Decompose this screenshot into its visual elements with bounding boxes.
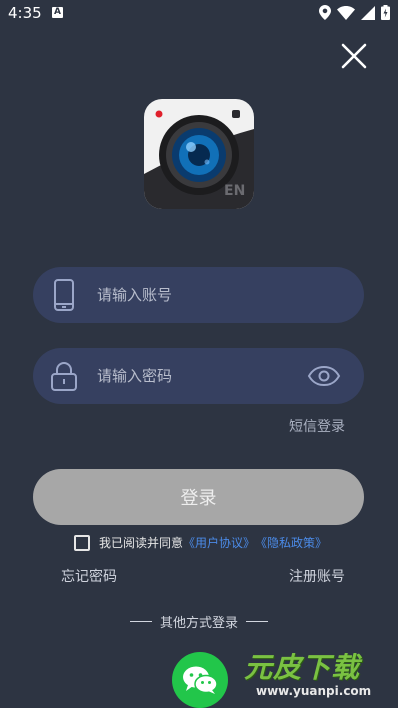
wechat-icon [183,666,218,694]
signal-icon [361,5,375,20]
eye-icon [307,365,341,387]
register-link[interactable]: 注册账号 [289,566,345,586]
app-logo: EN [144,99,254,209]
divider-line-left [129,621,152,622]
password-input[interactable] [95,355,306,397]
status-icons [319,5,390,20]
user-agreement-link[interactable]: 《用户协议》 [183,534,255,551]
divider-line-right [246,621,268,622]
show-password-toggle[interactable] [306,361,342,391]
account-field [33,267,364,323]
other-login-label: 其他方式登录 [159,616,238,631]
lock-icon [49,361,79,391]
watermark-brand: 元皮下载 [244,651,361,684]
agreement-checkbox[interactable] [74,534,90,551]
wechat-login-button[interactable] [172,652,228,708]
watermark-logo: 元皮下载 www.yuanpi.com [236,642,396,704]
agreement-text: 我已阅读并同意 [99,536,184,550]
phone-icon [49,279,79,311]
close-button[interactable] [340,42,368,70]
login-button[interactable]: 登录 [33,469,364,525]
password-field [33,348,364,404]
notification-icon: A [52,7,63,18]
close-icon [341,43,367,69]
other-login-divider: 其他方式登录 [0,612,398,631]
wifi-icon [337,5,355,20]
watermark-url: www.yuanpi.com [256,684,372,698]
location-icon [319,5,331,20]
account-input[interactable] [95,274,364,316]
status-time: 4:35 [8,4,42,22]
forgot-password-link[interactable]: 忘记密码 [61,566,117,586]
battery-icon [381,5,390,20]
sms-login-link[interactable]: 短信登录 [289,416,345,436]
logo-badge: EN [224,183,246,199]
agreement-row: 我已阅读并同意 《用户协议》 《隐私政策》 [74,534,327,551]
privacy-policy-link[interactable]: 《隐私政策》 [255,534,327,551]
